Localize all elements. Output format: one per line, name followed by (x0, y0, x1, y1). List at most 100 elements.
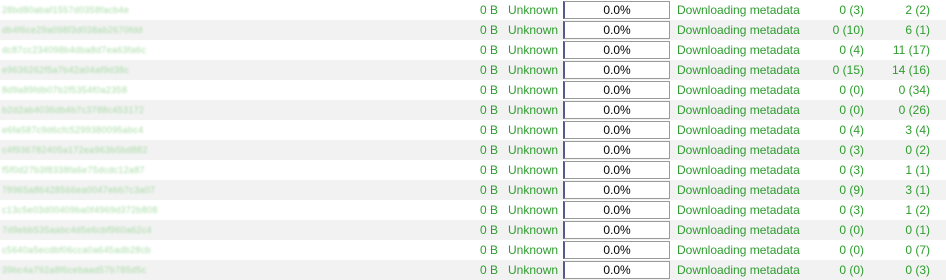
torrent-peers: 0 (7) (905, 243, 930, 257)
progress-bar: 0.0% (563, 141, 670, 159)
torrent-size: 0 B (479, 83, 498, 97)
torrent-status: Downloading metadata (677, 103, 800, 117)
progress-bar: 0.0% (563, 81, 670, 99)
torrent-eta: Unknown (508, 263, 559, 277)
torrent-seeds: 0 (3) (839, 163, 864, 177)
progress-text: 0.0% (603, 243, 631, 257)
torrent-seeds: 0 (10) (832, 23, 864, 37)
torrent-name: b2d2ab4036db4b7c3788c453172 (2, 105, 145, 115)
torrent-peers: 3 (1) (905, 183, 930, 197)
progress-bar: 0.0% (563, 21, 670, 39)
torrent-row[interactable]: e6fa587c9d6cfc5299380095abc4 0 B Unknown 0.… (0, 120, 946, 140)
torrent-size: 0 B (479, 103, 498, 117)
progress-bar: 0.0% (563, 201, 670, 219)
progress-text: 0.0% (603, 123, 631, 137)
torrent-row[interactable]: b2d2ab4036db4b7c3788c453172 0 B Unknown 0.0… (0, 100, 946, 120)
torrent-status: Downloading metadata (677, 163, 800, 177)
torrent-eta: Unknown (508, 103, 559, 117)
torrent-peers: 1 (2) (905, 203, 930, 217)
torrent-row[interactable]: 8d9a89fdb07b2f5354f0a2358 0 B Unknown 0.0% D… (0, 80, 946, 100)
torrent-status: Downloading metadata (677, 83, 800, 97)
torrent-seeds: 0 (9) (839, 183, 864, 197)
torrent-size: 0 B (479, 63, 498, 77)
progress-text: 0.0% (603, 163, 631, 177)
torrent-eta: Unknown (508, 123, 559, 137)
progress-text: 0.0% (603, 43, 631, 57)
torrent-peers: 0 (26) (898, 103, 930, 117)
torrent-eta: Unknown (508, 223, 559, 237)
torrent-row[interactable]: e9636262f5a7b42a04af9d38c 0 B Unknown 0.0% D… (0, 60, 946, 80)
torrent-status: Downloading metadata (677, 223, 800, 237)
torrent-peers: 0 (3) (905, 263, 930, 277)
progress-bar: 0.0% (563, 41, 670, 59)
torrent-status: Downloading metadata (677, 23, 800, 37)
torrent-peers: 11 (17) (892, 43, 930, 57)
torrent-row[interactable]: 39bc4a792a8f6cebaad57b785d5c 0 B Unknown 0.… (0, 260, 946, 280)
progress-bar: 0.0% (563, 61, 670, 79)
torrent-size: 0 B (479, 203, 498, 217)
torrent-row[interactable]: c5640a5ecdbf06cca0a645adb28cb 0 B Unknown 0… (0, 240, 946, 260)
torrent-size: 0 B (479, 243, 498, 257)
torrent-row[interactable]: c13c5e03d00409ba0f4969d372b808 0 B Unknown… (0, 200, 946, 220)
torrent-eta: Unknown (508, 43, 559, 57)
torrent-name: c5640a5ecdbf06cca0a645adb28cb (2, 245, 151, 255)
torrent-row[interactable]: f5f0d27b3f8338fa6e75dcdc12a87 0 B Unknown 0… (0, 160, 946, 180)
progress-bar: 0.0% (563, 221, 670, 239)
torrent-seeds: 0 (0) (839, 263, 864, 277)
torrent-seeds: 0 (15) (832, 63, 864, 77)
torrent-name: 28bd80abaf1557d0358facb4e (2, 5, 130, 15)
progress-text: 0.0% (603, 263, 631, 277)
torrent-row[interactable]: 78965a86428566ea0047ebb7c3a07 0 B Unknown 0… (0, 180, 946, 200)
torrent-size: 0 B (479, 143, 498, 157)
torrent-size: 0 B (479, 123, 498, 137)
torrent-peers: 0 (34) (898, 83, 930, 97)
torrent-status: Downloading metadata (677, 183, 800, 197)
torrent-name: e6fa587c9d6cfc5299380095abc4 (2, 125, 144, 135)
torrent-peers: 0 (1) (905, 223, 930, 237)
torrent-status: Downloading metadata (677, 3, 800, 17)
torrent-eta: Unknown (508, 183, 559, 197)
torrent-eta: Unknown (508, 63, 559, 77)
torrent-row[interactable]: db4f6ce29a098f3d038ab2670fdd 0 B Unknown 0.… (0, 20, 946, 40)
torrent-seeds: 0 (0) (839, 103, 864, 117)
torrent-eta: Unknown (508, 23, 559, 37)
torrent-eta: Unknown (508, 163, 559, 177)
torrent-name: 7d9ebb535aabc4d5e6cbf960a62c4 (2, 225, 152, 235)
progress-text: 0.0% (603, 183, 631, 197)
torrent-row[interactable]: c4f936782405a172ea963b5bd882 0 B Unknown 0.… (0, 140, 946, 160)
torrent-size: 0 B (479, 223, 498, 237)
torrent-seeds: 0 (3) (839, 143, 864, 157)
torrent-size: 0 B (479, 3, 498, 17)
torrent-status: Downloading metadata (677, 63, 800, 77)
torrent-status: Downloading metadata (677, 43, 800, 57)
torrent-name: c4f936782405a172ea963b5bd882 (2, 145, 148, 155)
progress-text: 0.0% (603, 23, 631, 37)
progress-text: 0.0% (603, 203, 631, 217)
torrent-row[interactable]: dc87cc234098b4dba8d7ea63fa6c 0 B Unknown 0.… (0, 40, 946, 60)
torrent-status: Downloading metadata (677, 203, 800, 217)
torrent-name: dc87cc234098b4dba8d7ea63fa6c (2, 45, 147, 55)
torrent-seeds: 0 (0) (839, 243, 864, 257)
torrent-status: Downloading metadata (677, 123, 800, 137)
torrent-name: e9636262f5a7b42a04af9d38c (2, 65, 130, 75)
torrent-status: Downloading metadata (677, 243, 800, 257)
progress-text: 0.0% (603, 223, 631, 237)
torrent-row[interactable]: 7d9ebb535aabc4d5e6cbf960a62c4 0 B Unknown 0… (0, 220, 946, 240)
torrent-eta: Unknown (508, 243, 559, 257)
torrent-eta: Unknown (508, 83, 559, 97)
torrent-seeds: 0 (4) (839, 123, 864, 137)
torrent-peers: 0 (2) (905, 143, 930, 157)
torrent-row[interactable]: 28bd80abaf1557d0358facb4e 0 B Unknown 0.0% D… (0, 0, 946, 20)
torrent-peers: 2 (2) (905, 3, 930, 17)
torrent-status: Downloading metadata (677, 263, 800, 277)
torrent-eta: Unknown (508, 143, 559, 157)
torrent-name: 39bc4a792a8f6cebaad57b785d5c (2, 265, 147, 275)
torrent-peers: 6 (1) (905, 23, 930, 37)
torrent-size: 0 B (479, 163, 498, 177)
torrent-list: 28bd80abaf1557d0358facb4e 0 B Unknown 0.0% D… (0, 0, 946, 280)
progress-bar: 0.0% (563, 161, 670, 179)
torrent-seeds: 0 (0) (839, 83, 864, 97)
progress-bar: 0.0% (563, 241, 670, 259)
torrent-eta: Unknown (508, 3, 559, 17)
torrent-status: Downloading metadata (677, 143, 800, 157)
